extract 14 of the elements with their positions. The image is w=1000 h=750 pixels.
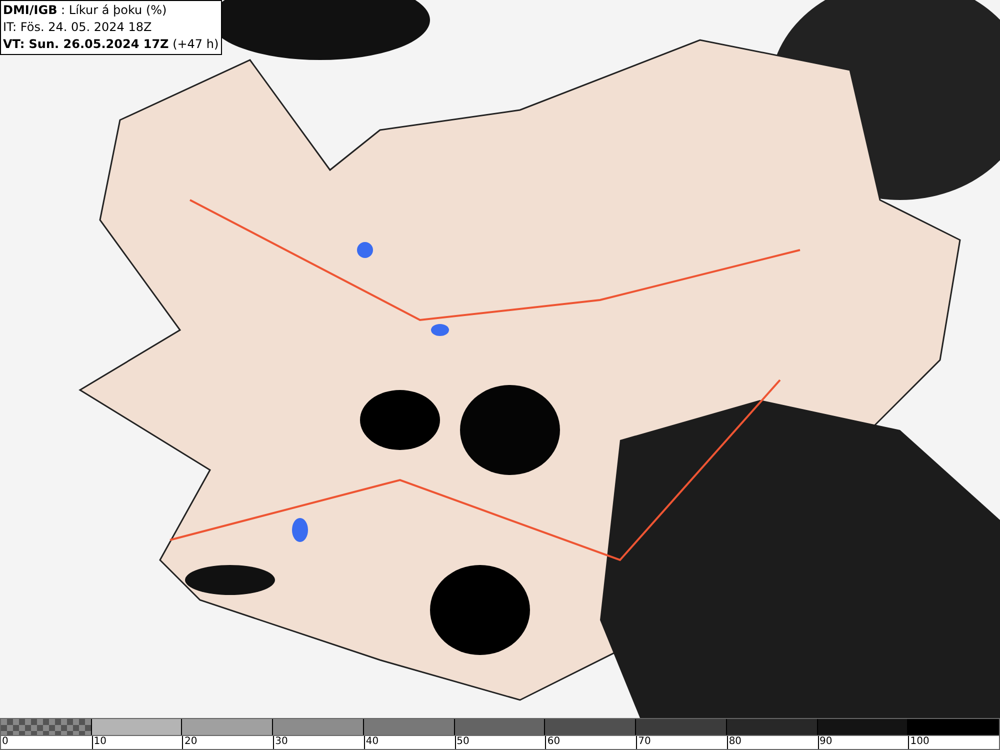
- info-line: VT: Sun. 26.05.2024 17Z (+47 h): [3, 36, 219, 53]
- legend-label: 100: [910, 736, 930, 748]
- legend-label: 60: [547, 736, 560, 748]
- legend-label: 80: [728, 736, 742, 748]
- info-line: DMI/IGB : Líkur á þoku (%): [3, 2, 168, 19]
- legend-label: 50: [456, 736, 470, 748]
- legend-label: 70: [638, 736, 651, 748]
- info-line: IT: Fös. 24. 05. 2024 18Z: [3, 19, 153, 36]
- legend-label: 0: [2, 736, 8, 748]
- legend-label: 90: [820, 736, 832, 748]
- legend-label: 40: [366, 736, 379, 748]
- legend-label: 10: [94, 736, 106, 748]
- legend-label: 30: [275, 736, 288, 748]
- legend-label: 20: [184, 736, 198, 748]
